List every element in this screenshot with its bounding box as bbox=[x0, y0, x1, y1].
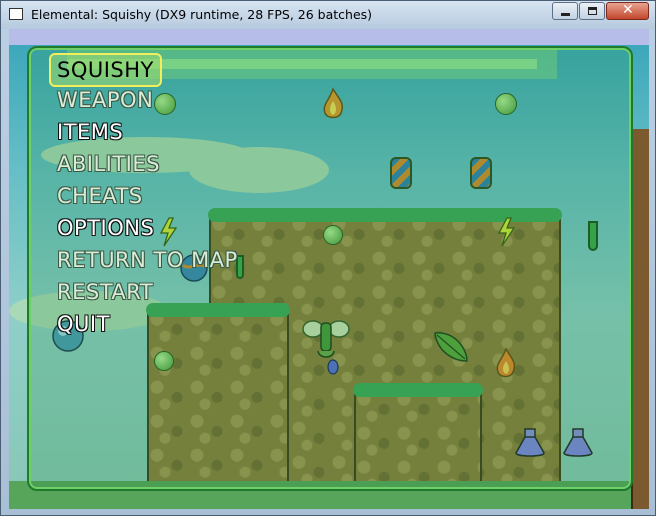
game-viewport[interactable]: SQUISHY WEAPON ITEMS ABILITIES CHEATS OP… bbox=[9, 29, 649, 509]
menu-item-abilities[interactable]: ABILITIES bbox=[57, 149, 160, 179]
sky-band bbox=[9, 29, 649, 45]
window-controls: ✕ bbox=[551, 2, 649, 20]
close-icon: ✕ bbox=[622, 2, 634, 18]
minimize-button[interactable] bbox=[552, 2, 578, 20]
maximize-button[interactable] bbox=[579, 2, 605, 20]
close-button[interactable]: ✕ bbox=[606, 2, 649, 20]
app-icon bbox=[9, 8, 23, 20]
menu-item-options[interactable]: OPTIONS bbox=[57, 213, 154, 243]
menu-item-items[interactable]: ITEMS bbox=[57, 117, 123, 147]
dirt-wall bbox=[631, 129, 649, 509]
menu-item-squishy[interactable]: SQUISHY bbox=[49, 53, 162, 87]
maximize-icon bbox=[588, 7, 597, 15]
menu-item-return-to-map[interactable]: RETURN TO MAP bbox=[57, 245, 238, 275]
menu-item-quit[interactable]: QUIT bbox=[57, 309, 110, 339]
game-window: Elemental: Squishy (DX9 runtime, 28 FPS,… bbox=[0, 0, 656, 516]
window-title: Elemental: Squishy (DX9 runtime, 28 FPS,… bbox=[31, 7, 373, 22]
title-bar[interactable]: Elemental: Squishy (DX9 runtime, 28 FPS,… bbox=[1, 1, 655, 29]
menu-item-cheats[interactable]: CHEATS bbox=[57, 181, 143, 211]
menu-item-restart[interactable]: RESTART bbox=[57, 277, 153, 307]
menu-item-weapon[interactable]: WEAPON bbox=[57, 85, 153, 115]
minimize-icon bbox=[561, 13, 570, 16]
